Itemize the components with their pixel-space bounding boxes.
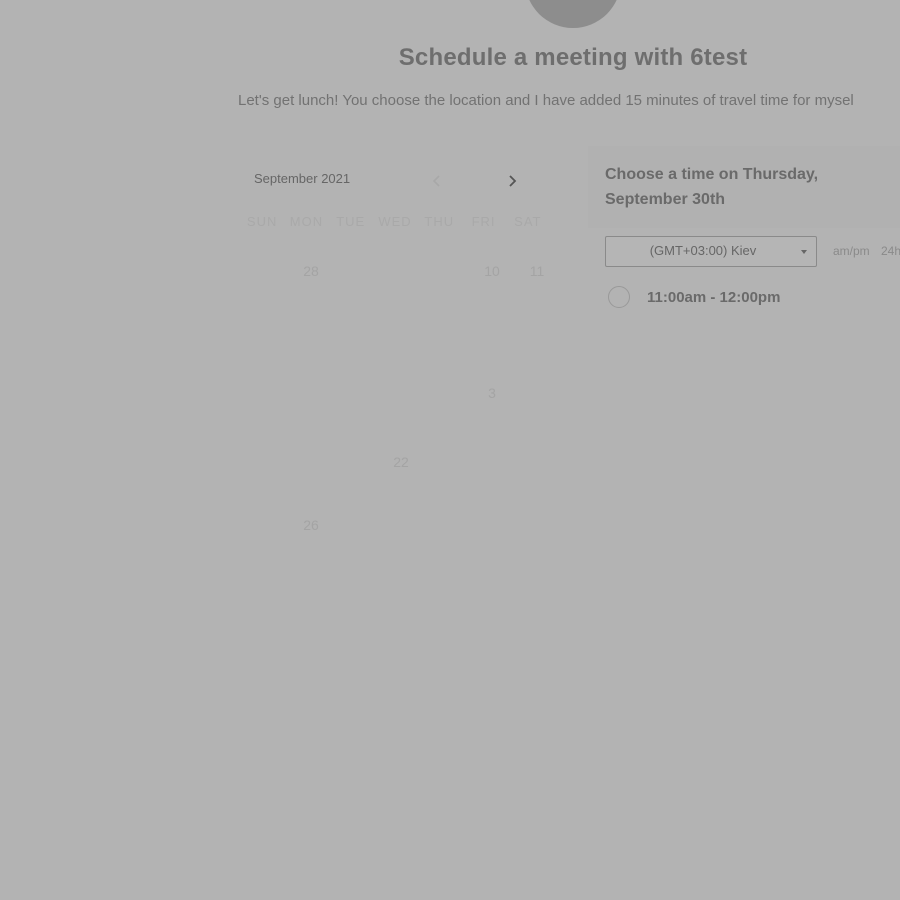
timezone-select[interactable]: (GMT+03:00) Kiev: [605, 236, 817, 267]
format-ampm-toggle[interactable]: am/pm: [833, 244, 870, 258]
time-slot-label: 11:00am - 12:00pm: [647, 289, 781, 306]
weekday-sun: SUN: [246, 214, 278, 229]
weekday-sat: SAT: [514, 214, 542, 229]
timezone-value: (GMT+03:00) Kiev: [649, 243, 757, 258]
next-month-button[interactable]: [501, 170, 523, 192]
prev-month-button[interactable]: [426, 170, 448, 192]
calendar-day[interactable]: 10: [477, 263, 507, 283]
weekday-thu: THU: [424, 214, 455, 229]
calendar-day[interactable]: 11: [522, 263, 552, 283]
weekday-mon: MON: [289, 214, 324, 229]
caret-down-icon: [801, 250, 807, 254]
weekday-fri: FRI: [471, 214, 496, 229]
calendar-month-label: September 2021: [254, 171, 351, 186]
weekday-header: SUN MON TUE WED THU FRI SAT: [240, 214, 550, 229]
format-24h-toggle[interactable]: 24h: [881, 244, 900, 258]
page-title: Schedule a meeting with 6test: [398, 44, 748, 71]
weekday-wed: WED: [378, 214, 412, 229]
calendar-day[interactable]: 26: [296, 517, 326, 537]
choose-time-title: Choose a time on Thursday, September 30t…: [605, 166, 819, 208]
calendar-day[interactable]: 3: [477, 385, 507, 405]
meeting-description: Let's get lunch! You choose the location…: [238, 92, 854, 109]
weekday-tue: TUE: [336, 214, 366, 229]
radio-button[interactable]: [608, 286, 630, 308]
avatar: [525, 0, 621, 28]
calendar-day[interactable]: 28: [296, 263, 326, 283]
chevron-right-icon: [509, 175, 517, 187]
calendar-day[interactable]: 22: [386, 454, 416, 474]
chevron-left-icon: [432, 175, 440, 187]
